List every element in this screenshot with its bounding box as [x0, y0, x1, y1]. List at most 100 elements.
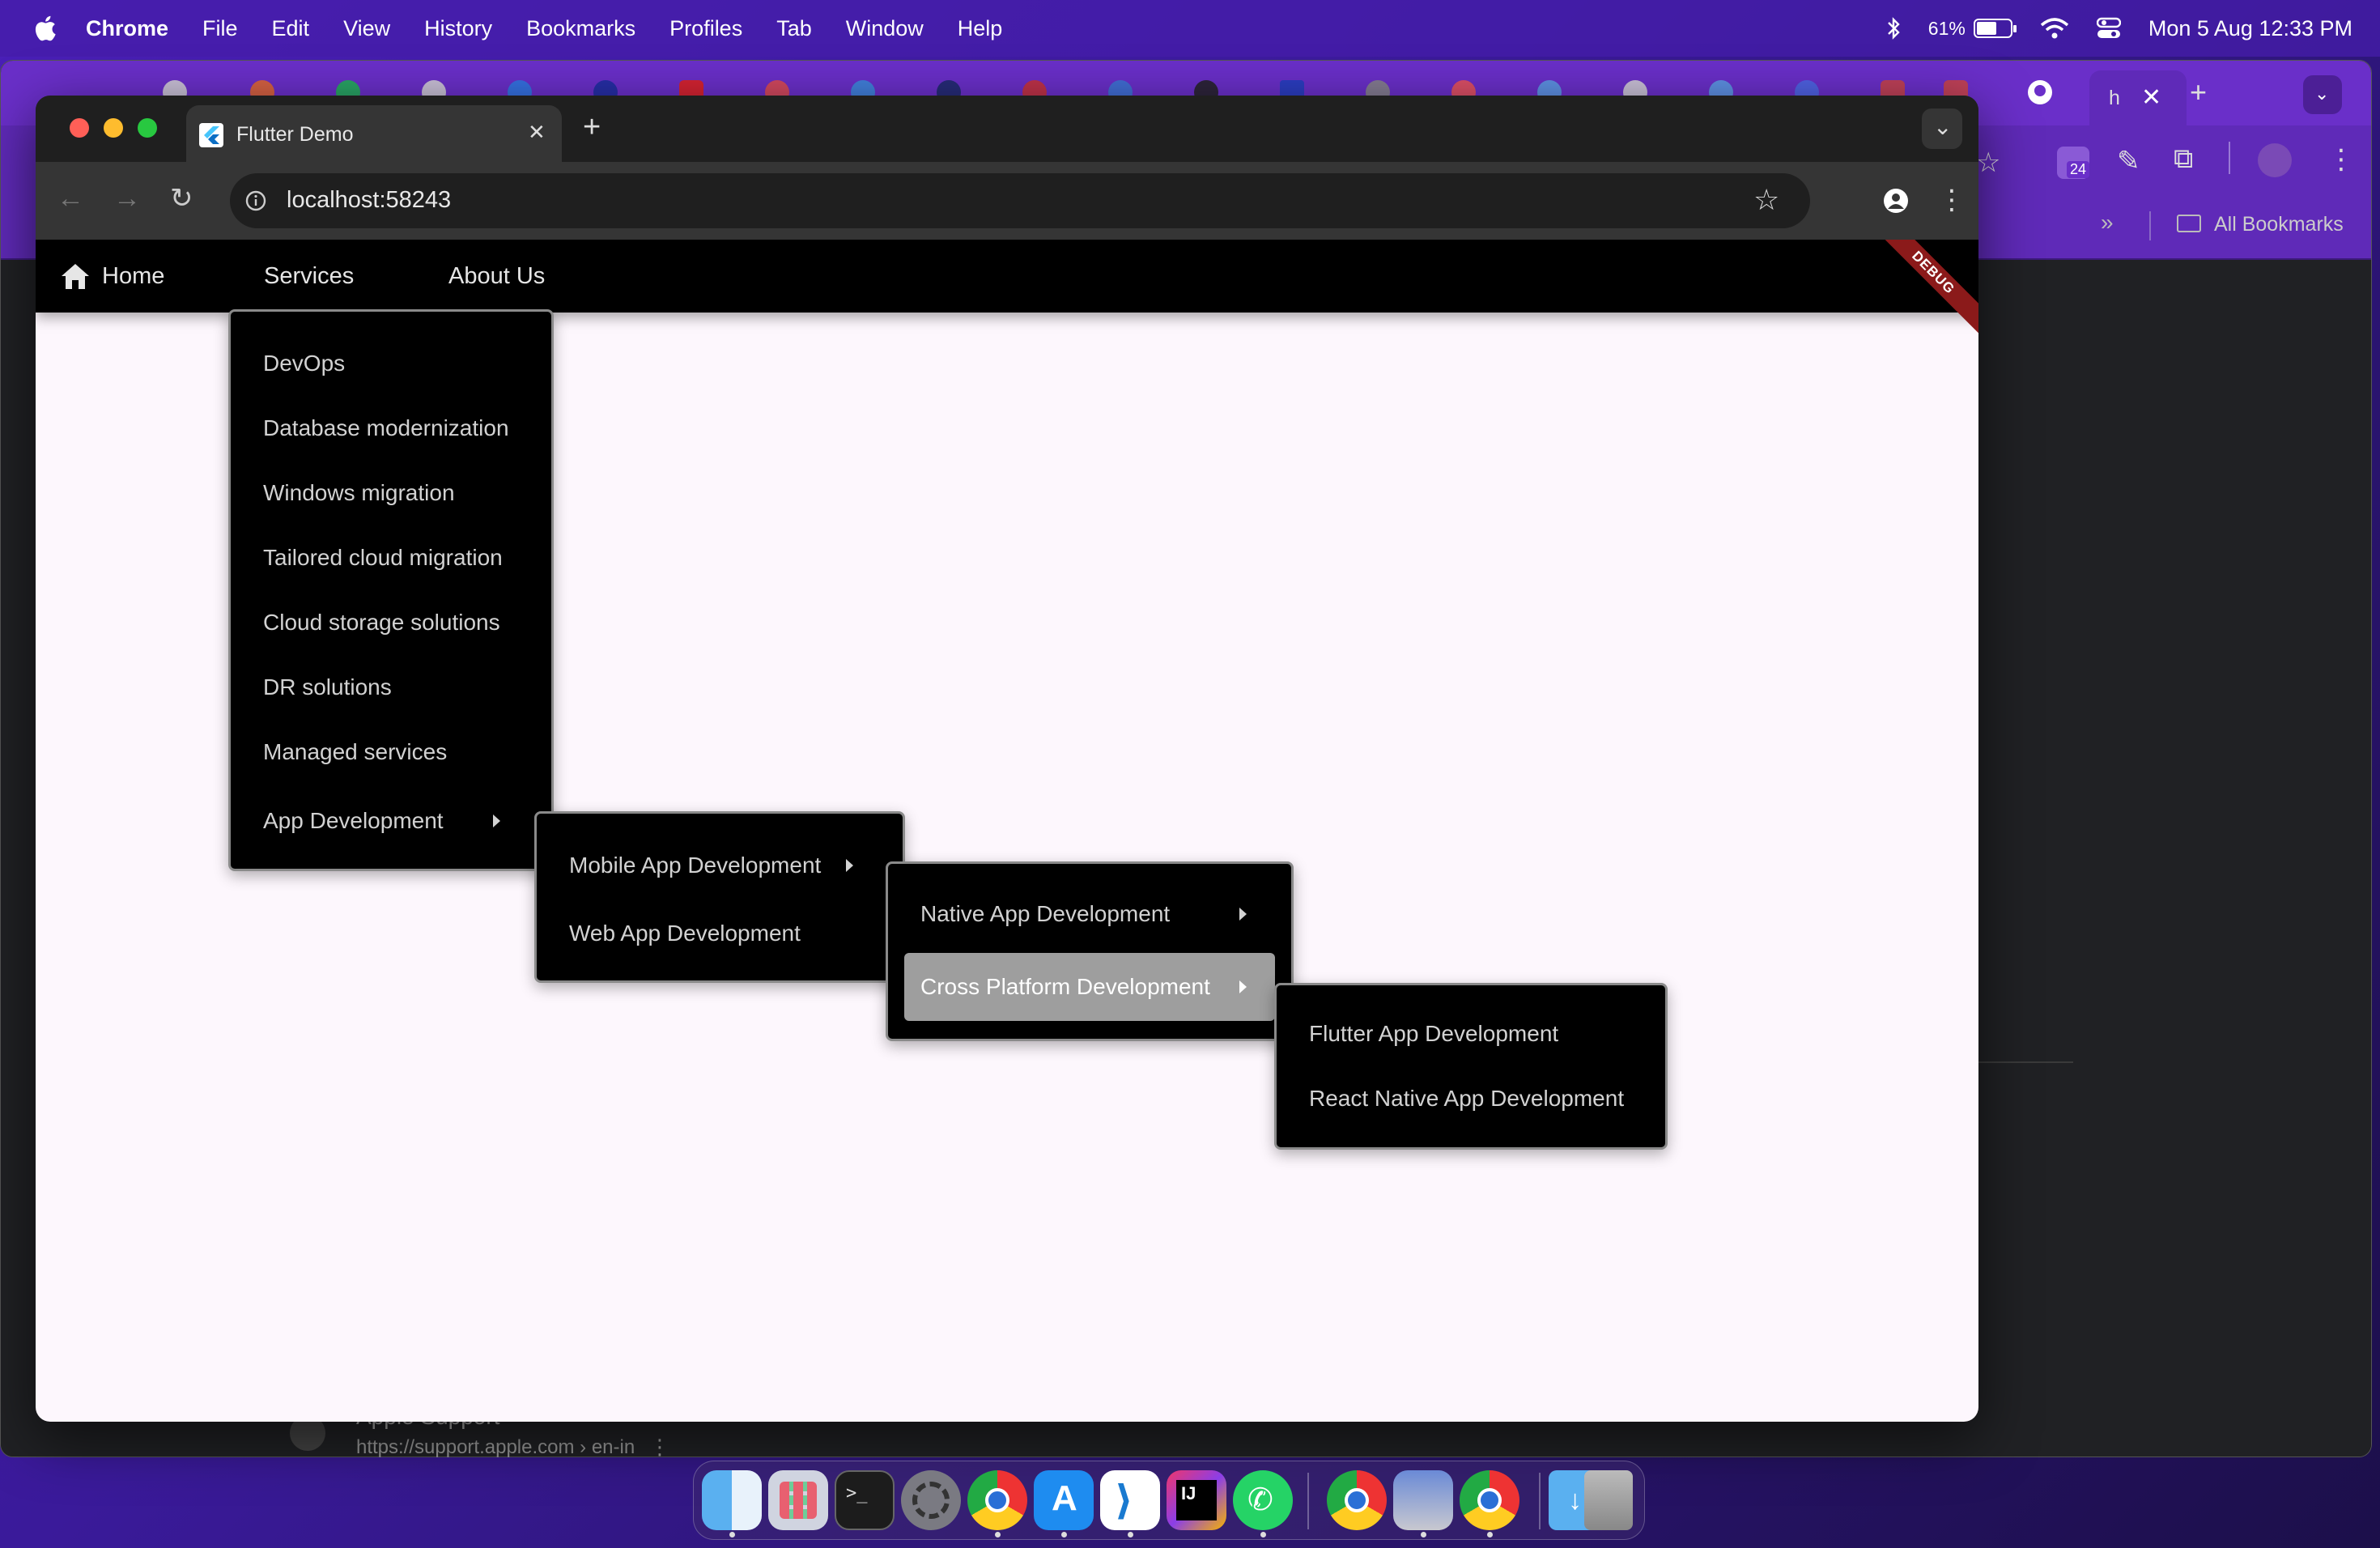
submenu-arrow-icon [846, 859, 853, 872]
menu-item-cross-platform-development[interactable]: Cross Platform Development [904, 953, 1275, 1021]
forward-icon[interactable]: → [113, 185, 141, 212]
menu-item-label: Native App Development [920, 901, 1171, 926]
menu-item-label: DevOps [263, 351, 346, 376]
tab-flutter-demo[interactable]: Flutter Demo ✕ [186, 105, 562, 162]
result-url[interactable]: https://support.apple.com › en-in [356, 1436, 635, 1459]
submenu-arrow-icon [493, 814, 500, 827]
menu-item-label: Tailored cloud migration [263, 545, 503, 570]
menu-item-native-app-development[interactable]: Native App Development [888, 880, 1291, 948]
menu-item-windows-migration[interactable]: Windows migration [231, 461, 551, 525]
back-icon[interactable]: ← [57, 185, 84, 212]
profile-icon[interactable] [1883, 188, 1909, 214]
intellij-icon[interactable]: IJ [1167, 1470, 1226, 1530]
submenu-arrow-icon [1239, 980, 1247, 993]
system-settings-icon[interactable] [901, 1470, 961, 1530]
menu-window[interactable]: Window [846, 16, 924, 41]
menu-history[interactable]: History [424, 16, 492, 41]
menu-item-managed-services[interactable]: Managed services [231, 720, 551, 785]
preview-icon[interactable] [1393, 1470, 1453, 1530]
trash-icon[interactable] [1584, 1470, 1633, 1530]
clock[interactable]: Mon 5 Aug 12:33 PM [2148, 16, 2352, 41]
control-center-icon[interactable] [2096, 17, 2121, 40]
vscode-icon[interactable]: ⟩ [1100, 1470, 1160, 1530]
nav-services-label: Services [264, 262, 355, 289]
app-development-submenu: Mobile App Development Web App Developme… [534, 811, 905, 983]
menu-item-cloud-storage-solutions[interactable]: Cloud storage solutions [231, 590, 551, 655]
more-menu-icon[interactable]: ⋮ [1938, 186, 1966, 214]
macos-menu-bar: Chrome File Edit View History Bookmarks … [0, 0, 2380, 57]
bluetooth-icon[interactable] [1886, 16, 1901, 40]
toolbar-divider [2229, 142, 2230, 174]
more-icon[interactable]: ⋮ [649, 1435, 670, 1460]
chrome-icon[interactable] [1327, 1470, 1387, 1530]
nav-home[interactable]: Home [60, 240, 164, 313]
menu-view[interactable]: View [343, 16, 390, 41]
whatsapp-icon[interactable]: ✆ [1233, 1470, 1293, 1530]
menu-edit[interactable]: Edit [272, 16, 310, 41]
chrome-icon[interactable] [967, 1470, 1027, 1530]
tab-search-button[interactable]: ⌄ [2303, 75, 2342, 114]
chevron-down-icon: ⌄ [2314, 83, 2330, 104]
submenu-arrow-icon [1239, 908, 1247, 921]
menu-file[interactable]: File [202, 16, 238, 41]
new-tab-icon[interactable]: + [2190, 75, 2207, 109]
menu-item-database-modernization[interactable]: Database modernization [231, 396, 551, 461]
finder-icon[interactable] [702, 1470, 762, 1530]
menu-profiles[interactable]: Profiles [669, 16, 742, 41]
reload-icon[interactable]: ↻ [170, 185, 193, 212]
site-info-icon[interactable] [244, 189, 267, 212]
extension-badge: 24 [2067, 161, 2090, 178]
menu-item-label: Flutter App Development [1309, 1021, 1559, 1046]
more-menu-icon[interactable]: ⋮ [2327, 143, 2355, 176]
dock-divider [1307, 1473, 1309, 1529]
menu-app-chrome[interactable]: Chrome [86, 16, 168, 41]
app-store-icon[interactable]: A [1034, 1470, 1094, 1530]
minimize-window-button[interactable] [104, 118, 123, 138]
extensions-puzzle-icon[interactable]: ⧉ [2174, 143, 2193, 175]
menu-help[interactable]: Help [958, 16, 1003, 41]
close-tab-icon[interactable]: ✕ [2141, 83, 2161, 112]
app-nav-bar: Home Services About Us DEBUG [36, 240, 1978, 343]
wifi-icon[interactable] [2040, 17, 2069, 40]
close-tab-icon[interactable]: ✕ [528, 120, 546, 145]
menu-item-app-development[interactable]: App Development [231, 786, 551, 856]
menu-item-tailored-cloud-migration[interactable]: Tailored cloud migration [231, 525, 551, 590]
chrome-icon[interactable] [1460, 1470, 1519, 1530]
divider [1976, 1061, 2073, 1063]
menu-item-label: App Development [263, 808, 444, 833]
github-icon[interactable] [2026, 79, 2054, 106]
nav-services[interactable]: Services [264, 240, 354, 313]
extension-icon[interactable]: 24 [2057, 147, 2090, 179]
close-window-button[interactable] [70, 118, 89, 138]
apple-logo-icon[interactable] [32, 15, 57, 42]
maximize-window-button[interactable] [138, 118, 157, 138]
running-indicator [995, 1532, 1001, 1537]
new-tab-icon[interactable]: + [583, 110, 601, 145]
eyedropper-icon[interactable]: ✎ [2117, 145, 2140, 177]
services-menu: DevOps Database modernization Windows mi… [228, 309, 554, 871]
background-active-tab[interactable]: h ✕ [2089, 70, 2187, 125]
nav-home-label: Home [102, 262, 165, 289]
all-bookmarks-link[interactable]: All Bookmarks [2214, 213, 2344, 236]
menu-item-dr-solutions[interactable]: DR solutions [231, 655, 551, 720]
launchpad-icon[interactable] [768, 1470, 828, 1530]
menu-item-mobile-app-development[interactable]: Mobile App Development [537, 831, 903, 899]
battery-icon[interactable] [1973, 19, 2017, 38]
running-indicator [1260, 1532, 1266, 1537]
menu-item-devops[interactable]: DevOps [231, 331, 551, 396]
menu-item-web-app-development[interactable]: Web App Development [537, 899, 903, 968]
tab-search-button[interactable]: ⌄ [1922, 108, 1962, 149]
menu-item-react-native-app-development[interactable]: React Native App Development [1277, 1066, 1665, 1131]
menu-tab[interactable]: Tab [776, 16, 812, 41]
running-indicator [1487, 1532, 1493, 1537]
bookmark-star-icon[interactable]: ☆ [1753, 183, 1779, 217]
bookmark-star-icon[interactable]: ☆ [1976, 147, 2000, 179]
nav-about-us[interactable]: About Us [448, 240, 545, 313]
terminal-icon[interactable]: >_ [835, 1470, 895, 1530]
menu-item-label: React Native App Development [1309, 1086, 1625, 1111]
bookmarks-overflow-icon[interactable]: » [2101, 210, 2114, 236]
profile-avatar[interactable] [2258, 143, 2292, 177]
address-bar[interactable]: localhost:58243 ☆ [230, 173, 1810, 228]
menu-bookmarks[interactable]: Bookmarks [526, 16, 635, 41]
menu-item-flutter-app-development[interactable]: Flutter App Development [1277, 1002, 1665, 1066]
